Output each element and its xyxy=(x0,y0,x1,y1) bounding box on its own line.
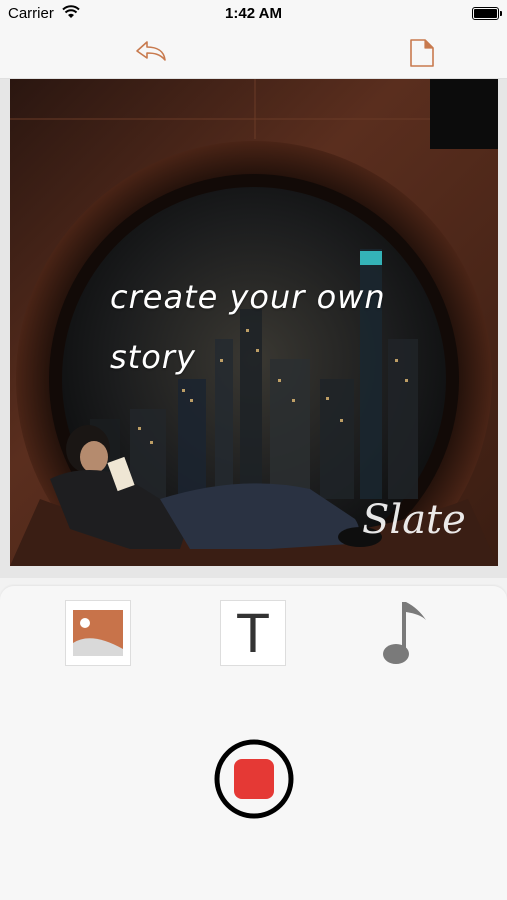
story-canvas[interactable]: create your own story Slate xyxy=(0,79,507,578)
battery-icon xyxy=(472,7,502,20)
story-photo[interactable]: create your own story Slate xyxy=(10,79,498,566)
record-icon xyxy=(214,739,294,819)
music-note-icon xyxy=(383,602,426,664)
story-caption[interactable]: create your own story xyxy=(110,267,430,387)
record-button[interactable] xyxy=(213,738,295,820)
slate-watermark: Slate xyxy=(362,497,466,543)
undo-button[interactable] xyxy=(133,39,169,67)
nav-bar xyxy=(0,28,507,79)
document-icon xyxy=(410,39,434,67)
caption-line-2: story xyxy=(110,338,196,376)
status-bar: Carrier 1:42 AM xyxy=(0,0,507,28)
add-text-button[interactable]: T xyxy=(220,600,286,666)
image-icon xyxy=(73,610,123,656)
new-document-button[interactable] xyxy=(406,37,438,69)
undo-icon xyxy=(136,41,166,61)
caption-line-1: create your own xyxy=(110,278,386,316)
add-image-button[interactable] xyxy=(65,600,131,666)
add-music-button[interactable] xyxy=(374,600,440,666)
text-tool-label: T xyxy=(235,601,271,664)
clock: 1:42 AM xyxy=(225,5,282,22)
